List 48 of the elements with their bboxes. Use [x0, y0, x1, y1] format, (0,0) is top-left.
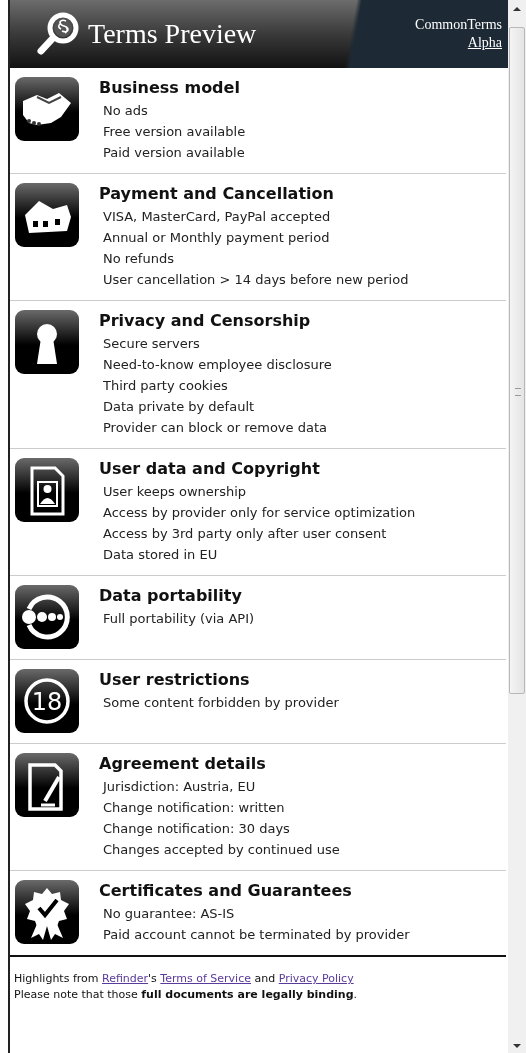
rosette-icon: [15, 880, 79, 944]
term-item: User cancellation > 14 days before new period: [103, 271, 409, 289]
section-heading: Privacy and Censorship: [99, 310, 312, 332]
term-item: Secure servers: [103, 335, 201, 353]
section-heading: User data and Copyright: [99, 458, 321, 480]
age-icon: 18: [15, 669, 79, 733]
section-heading: Certificates and Guarantees: [99, 880, 353, 902]
footer-link[interactable]: Refinder: [102, 972, 149, 985]
term-item: Provider can block or remove data: [103, 419, 328, 437]
term-item: Need-to-know employee disclosure: [103, 356, 332, 374]
term-item: No ads: [103, 102, 149, 120]
term-item: Data private by default: [103, 398, 256, 416]
person-document-icon: [15, 458, 79, 522]
term-item: Paid version available: [103, 144, 246, 162]
highlights-note: Highlights from Refinder's Terms of Service and Privacy Policy: [14, 971, 355, 987]
term-item: Annual or Monthly payment period: [103, 229, 331, 247]
document-pen-icon: [15, 753, 79, 817]
term-item: User keeps ownership: [103, 483, 248, 501]
term-item: Full portability (via API): [103, 610, 255, 628]
section-heading: User restrictions: [99, 669, 251, 691]
term-item: Change notification: written: [103, 799, 286, 817]
section-heading: Agreement details: [99, 753, 267, 775]
term-item: Changes accepted by continued use: [103, 841, 340, 859]
term-item: No refunds: [103, 250, 175, 268]
footer-link[interactable]: Privacy Policy: [278, 972, 354, 985]
section-heading: Data portability: [99, 585, 243, 607]
term-item: Third party cookies: [103, 377, 229, 395]
term-item: Change notification: 30 days: [103, 820, 291, 838]
brand-name: CommonTerms: [415, 16, 502, 34]
handshake-icon: [15, 77, 79, 141]
term-item: Some content forbidden by provider: [103, 694, 339, 712]
legal-note: Please note that those full documents are legally binding.: [14, 987, 359, 1003]
term-item: Free version available: [103, 123, 246, 141]
section-heading: Payment and Cancellation: [99, 183, 335, 205]
term-item: No guarantee: AS-IS: [103, 905, 236, 923]
term-item: VISA, MasterCard, PayPal accepted: [103, 208, 332, 226]
version-link[interactable]: Alpha: [467, 34, 502, 52]
term-item: Data stored in EU: [103, 546, 219, 564]
keyhole-icon: [15, 310, 79, 374]
portability-icon: [15, 585, 79, 649]
term-item: Jurisdiction: Austria, EU: [103, 778, 257, 796]
app-title: Terms Preview: [88, 18, 258, 50]
term-item: Access by 3rd party only after user consent: [103, 525, 388, 543]
houses-icon: [15, 183, 79, 247]
footer-link[interactable]: Terms of Service: [160, 972, 251, 985]
term-item: Access by provider only for service optimization: [103, 504, 416, 522]
section-heading: Business model: [99, 77, 241, 99]
term-item: Paid account cannot be terminated by provider: [103, 926, 410, 944]
